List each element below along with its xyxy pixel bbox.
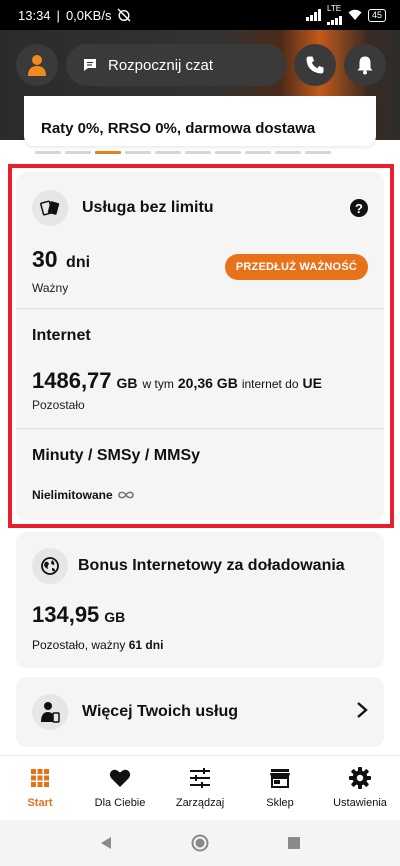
profile-button[interactable] xyxy=(16,44,58,86)
call-button[interactable] xyxy=(294,44,336,86)
bell-icon xyxy=(357,56,373,75)
carousel-dot-active xyxy=(95,151,121,154)
nav-item-start[interactable]: Start xyxy=(0,756,80,820)
sliders-icon xyxy=(190,768,210,788)
nav-label: Ustawienia xyxy=(333,797,387,809)
heart-icon xyxy=(109,769,131,787)
nav-item-sklep[interactable]: Sklep xyxy=(240,756,320,820)
bonus-value: 134,95 xyxy=(32,602,100,627)
bonus-icon-wrap xyxy=(32,548,68,584)
carousel-dot xyxy=(245,151,271,154)
phone-icon xyxy=(306,56,324,74)
notifications-button[interactable] xyxy=(344,44,386,86)
carousel-dot xyxy=(125,151,151,154)
nav-item-ustawienia[interactable]: Ustawienia xyxy=(320,756,400,820)
home-icon[interactable] xyxy=(191,834,209,852)
carousel-dot xyxy=(275,151,301,154)
signal-icon xyxy=(305,9,321,21)
carousel-dot xyxy=(155,151,181,154)
store-icon xyxy=(270,769,290,788)
bonus-unit: GB xyxy=(104,609,126,625)
nav-item-zarzadzaj[interactable]: Zarządzaj xyxy=(160,756,240,820)
more-icon-wrap xyxy=(32,694,68,730)
bonus-label-prefix: Pozostało, ważny xyxy=(32,638,126,652)
carousel-dot xyxy=(305,151,331,154)
promo-text: Raty 0%, RRSO 0%, darmowa dostawa xyxy=(41,120,316,137)
nav-label: Dla Ciebie xyxy=(94,797,146,809)
chat-button[interactable]: Rozpocznij czat xyxy=(66,44,286,86)
globe-icon xyxy=(41,557,59,575)
bonus-card[interactable]: Bonus Internetowy za doładowania 134,95 … xyxy=(16,532,384,668)
user-icon xyxy=(28,55,46,76)
carousel-indicator xyxy=(35,151,331,154)
chat-button-label: Rozpocznij czat xyxy=(108,56,214,74)
carousel-dot xyxy=(65,151,91,154)
chevron-right-icon xyxy=(356,699,368,725)
network-type: LTE xyxy=(326,4,342,13)
recents-icon[interactable] xyxy=(287,836,301,850)
bottom-navigation: Start Dla Ciebie Zarządzaj Sklep Ustawie… xyxy=(0,755,400,820)
bonus-value-row: 134,95 GB xyxy=(32,602,125,628)
bonus-title: Bonus Internetowy za doładowania xyxy=(78,557,345,574)
chat-icon xyxy=(84,59,96,71)
battery-icon: 45 xyxy=(367,8,386,22)
alarm-off-icon xyxy=(117,8,131,22)
clock: 13:34 xyxy=(18,7,51,23)
signal-icon-2 xyxy=(326,13,342,25)
carousel-dot xyxy=(185,151,211,154)
wifi-icon xyxy=(348,9,362,20)
more-services-card[interactable]: Więcej Twoich usług xyxy=(16,677,384,747)
nav-label: Start xyxy=(27,797,53,809)
gear-icon xyxy=(349,767,371,789)
bonus-label-days: 61 dni xyxy=(128,638,164,652)
back-icon[interactable] xyxy=(99,836,113,850)
carousel-dot xyxy=(35,151,61,154)
network-speed: 0,0KB/s xyxy=(65,7,112,23)
carousel-dot xyxy=(215,151,241,154)
nav-label: Sklep xyxy=(266,797,294,809)
nav-label: Zarządzaj xyxy=(175,797,225,809)
more-services-title: Więcej Twoich usług xyxy=(82,703,239,720)
nav-item-dla-ciebie[interactable]: Dla Ciebie xyxy=(80,756,160,820)
promo-card[interactable]: Raty 0%, RRSO 0%, darmowa dostawa xyxy=(24,96,376,146)
highlight-frame xyxy=(8,164,394,528)
status-bar: 13:34 | 0,0KB/s LTE 45 xyxy=(0,0,400,30)
system-navigation-bar xyxy=(0,820,400,866)
grid-icon xyxy=(31,769,49,787)
person-device-icon xyxy=(41,702,60,723)
bonus-label: Pozostało, ważny 61 dni xyxy=(32,638,163,652)
